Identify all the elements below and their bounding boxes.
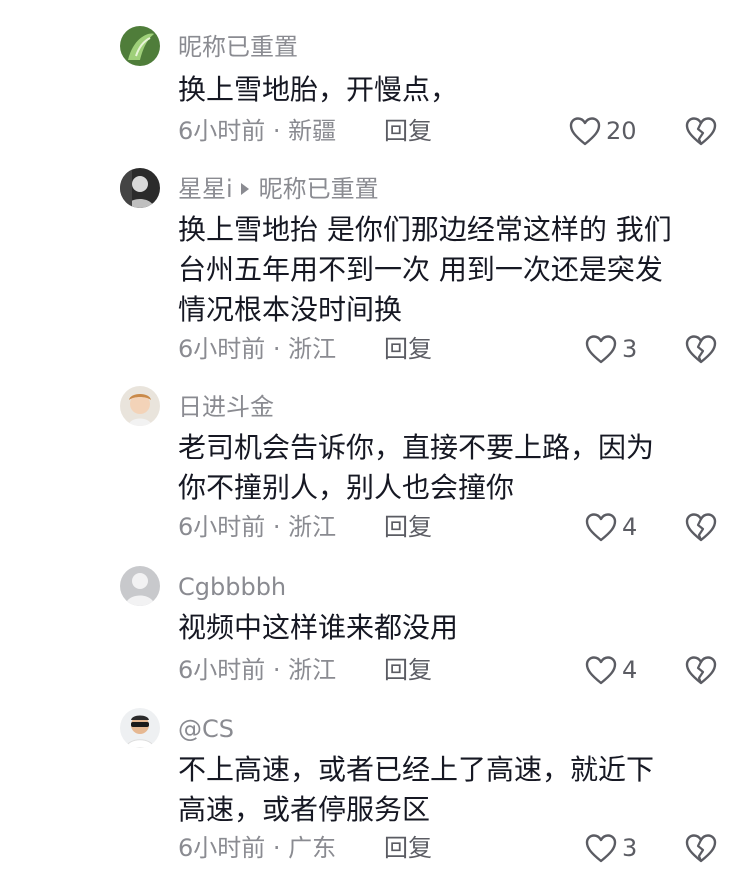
reply-arrow-icon [240, 183, 249, 195]
comment-text-line: 你不撞别人，别人也会撞你 [178, 471, 515, 504]
reply-button[interactable]: 回复 [384, 512, 432, 542]
like-button[interactable]: 3 [584, 331, 637, 367]
heart-outline-icon [585, 513, 617, 542]
broken-heart-icon [685, 513, 717, 542]
avatar[interactable] [120, 708, 160, 748]
comment-text: 老司机会告诉你，直接不要上路，因为 你不撞别人，别人也会撞你 [178, 428, 718, 508]
heart-outline-icon [585, 335, 617, 364]
broken-heart-icon [685, 117, 717, 146]
heart-outline-icon [569, 117, 601, 146]
comment-time-location: 6小时前 · 新疆 [178, 117, 337, 145]
like-count: 3 [622, 834, 638, 862]
like-count: 20 [606, 117, 637, 145]
comment-text: 换上雪地胎，开慢点， [178, 70, 718, 110]
comment-text-line: 台州五年用不到一次 用到一次还是突发 [178, 253, 663, 286]
comment-time-location: 6小时前 · 浙江 [178, 335, 337, 363]
reply-button[interactable]: 回复 [384, 655, 432, 685]
comment-time-location: 6小时前 · 广东 [178, 834, 337, 862]
broken-heart-icon [685, 834, 717, 863]
comment-nickname[interactable]: Cgbbbbh [178, 572, 286, 602]
avatar[interactable] [120, 386, 160, 426]
comment-text-line: 老司机会告诉你，直接不要上路，因为 [178, 431, 655, 464]
comment-time-location: 6小时前 · 浙江 [178, 656, 337, 684]
heart-outline-icon [585, 834, 617, 863]
broken-heart-icon [685, 656, 717, 685]
comment-text-line: 情况根本没时间换 [178, 293, 403, 326]
broken-heart-icon [685, 335, 717, 364]
comment-nickname[interactable]: 星星i 昵称已重置 [178, 174, 379, 204]
dislike-button[interactable] [684, 114, 718, 148]
comment-text-line: 视频中这样谁来都没用 [178, 611, 459, 644]
dislike-button[interactable] [684, 653, 718, 687]
reply-button[interactable]: 回复 [384, 334, 432, 364]
like-count: 3 [622, 335, 638, 363]
reply-to-nickname[interactable]: 昵称已重置 [259, 175, 379, 203]
like-button[interactable]: 4 [584, 509, 637, 545]
dislike-button[interactable] [684, 332, 718, 366]
dislike-button[interactable] [684, 831, 718, 865]
comment-text-line: 高速，或者停服务区 [178, 793, 431, 826]
comment-nickname[interactable]: @CS [178, 714, 234, 744]
heart-outline-icon [585, 656, 617, 685]
comment-text: 视频中这样谁来都没用 [178, 608, 718, 648]
like-count: 4 [622, 656, 638, 684]
comment-text: 不上高速，或者已经上了高速，就近下 高速，或者停服务区 [178, 750, 718, 830]
reply-button[interactable]: 回复 [384, 116, 432, 146]
avatar[interactable] [120, 26, 160, 66]
comment-text: 换上雪地抬 是你们那边经常这样的 我们 台州五年用不到一次 用到一次还是突发 情… [178, 210, 718, 330]
like-button[interactable]: 4 [584, 652, 637, 688]
comment-text-line: 换上雪地胎，开慢点， [178, 73, 459, 106]
avatar[interactable] [120, 168, 160, 208]
dislike-button[interactable] [684, 510, 718, 544]
comment-time-location: 6小时前 · 浙江 [178, 513, 337, 541]
comment-nickname[interactable]: 昵称已重置 [178, 32, 298, 62]
like-button[interactable]: 3 [584, 830, 637, 866]
comment-text-line: 不上高速，或者已经上了高速，就近下 [178, 753, 655, 786]
reply-button[interactable]: 回复 [384, 833, 432, 863]
avatar[interactable] [120, 566, 160, 606]
comment-text-line: 换上雪地抬 是你们那边经常这样的 我们 [178, 213, 672, 246]
like-button[interactable]: 20 [568, 113, 637, 149]
like-count: 4 [622, 513, 638, 541]
comment-nickname[interactable]: 日进斗金 [178, 392, 274, 422]
